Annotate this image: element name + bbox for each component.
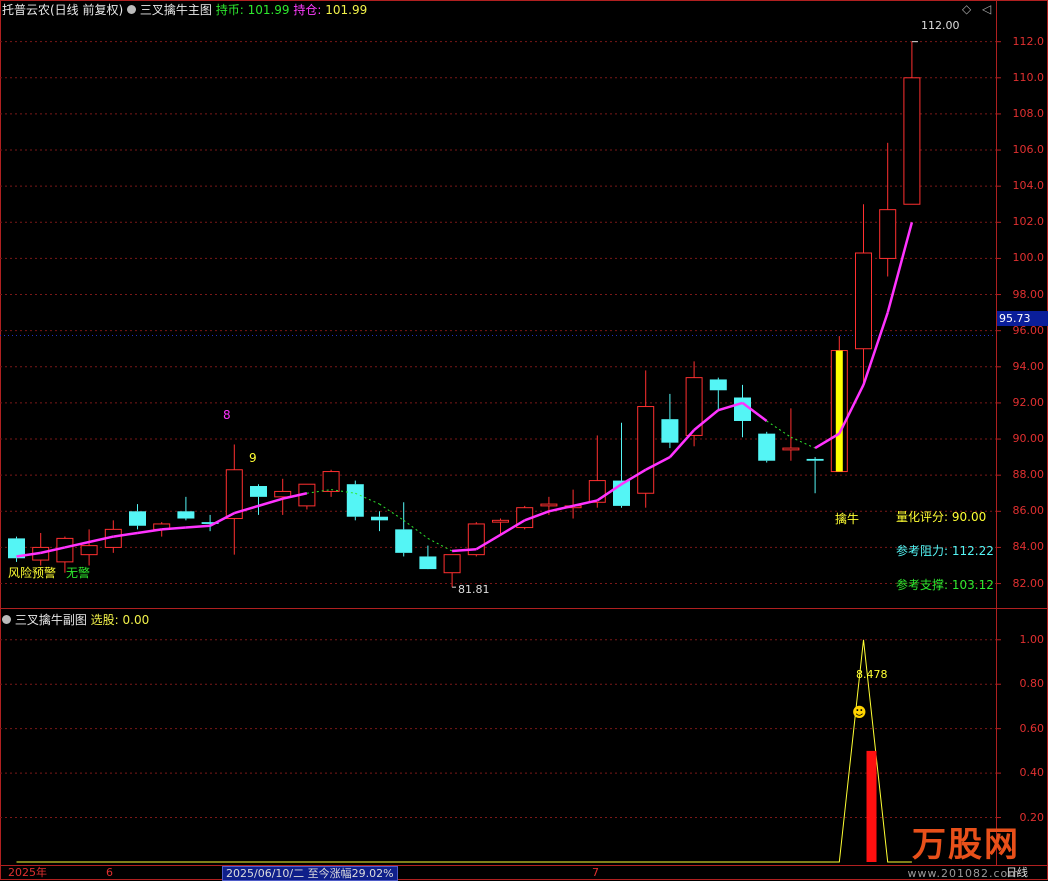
support-label: 参考支撑: bbox=[896, 578, 949, 592]
year-label: 2025年 bbox=[8, 866, 47, 879]
candle-body bbox=[129, 511, 146, 526]
candle-body bbox=[782, 447, 800, 451]
sub-chart-header: 三叉擒牛副图 选股: 0.00 bbox=[2, 613, 149, 627]
price-tick-label: 88.00 bbox=[1012, 468, 1045, 482]
close-value: 101.99 bbox=[247, 3, 290, 17]
score-info: 量化评分: 90.00 bbox=[896, 508, 986, 525]
price-tick-label: 86.00 bbox=[1012, 504, 1045, 518]
candle-body bbox=[734, 397, 751, 421]
candle-body bbox=[346, 484, 364, 517]
price-tick-label: 112.0 bbox=[1012, 34, 1045, 48]
candle-body bbox=[903, 77, 921, 205]
watermark-url: www.201082.com bbox=[907, 867, 1020, 880]
candle-body bbox=[855, 252, 872, 350]
count-8-label: 8 bbox=[223, 408, 231, 422]
select-label: 选股: bbox=[90, 613, 119, 627]
stock-title: 托普云农(日线 前复权) bbox=[2, 3, 124, 17]
candle-body bbox=[637, 406, 655, 494]
price-tick-label: 104.0 bbox=[1012, 179, 1045, 193]
signal-bar bbox=[835, 350, 843, 472]
score-value: 90.00 bbox=[951, 510, 987, 524]
candle-body bbox=[443, 554, 461, 574]
diamond-icon[interactable]: ◇ bbox=[962, 2, 971, 16]
main-chart-header: 托普云农(日线 前复权) 三叉擒牛主图 持币: 101.99 持仓: 101.9… bbox=[2, 3, 367, 17]
watermark-brand: 万股网 bbox=[912, 825, 1020, 865]
hold-label: 持仓: bbox=[293, 3, 322, 17]
sub-settings-circle-icon[interactable] bbox=[2, 615, 11, 624]
ma-line-segment bbox=[427, 537, 453, 552]
main-indicator-name[interactable]: 三叉擒牛主图 bbox=[140, 3, 212, 17]
sub-tick-label: 0.80 bbox=[1019, 677, 1045, 691]
ma-line-segment bbox=[258, 497, 284, 508]
candle-body bbox=[661, 419, 679, 443]
ma-line-segment bbox=[137, 528, 162, 535]
close-label: 持币: bbox=[215, 3, 244, 17]
score-label: 量化评分: bbox=[896, 510, 949, 524]
count-9-label: 9 bbox=[249, 451, 257, 465]
high-price-label: 112.00 bbox=[921, 19, 960, 32]
sub-indicator-name[interactable]: 三叉擒牛副图 bbox=[15, 613, 87, 627]
outer-frame bbox=[0, 0, 1048, 880]
sub-signal-line bbox=[16, 639, 912, 863]
select-value: 0.00 bbox=[122, 613, 150, 627]
hold-value: 101.99 bbox=[325, 3, 368, 17]
sub-value-label: 8.478 bbox=[856, 668, 888, 681]
resist-info: 参考阻力: 112.22 bbox=[896, 542, 994, 559]
price-tick-label: 100.0 bbox=[1012, 251, 1045, 265]
price-tick-label: 90.00 bbox=[1012, 432, 1045, 446]
selected-range-info[interactable]: 2025/06/10/二 至今涨幅29.02% bbox=[222, 866, 398, 881]
candle-body bbox=[758, 433, 776, 461]
sub-red-bar bbox=[866, 750, 877, 862]
price-tick-label: 98.00 bbox=[1012, 287, 1045, 301]
candle-body bbox=[492, 519, 509, 523]
chart-canvas[interactable] bbox=[0, 0, 1048, 880]
price-tick-label: 82.00 bbox=[1012, 576, 1045, 590]
chevron-icon[interactable]: ◁ bbox=[982, 2, 991, 16]
price-tick-label: 106.0 bbox=[1012, 143, 1045, 157]
candle-body bbox=[56, 537, 74, 563]
candle-body bbox=[709, 379, 727, 391]
price-tick-label: 110.0 bbox=[1012, 70, 1045, 84]
low-price-label: 81.81 bbox=[458, 583, 490, 596]
month-6-label: 6 bbox=[106, 866, 113, 879]
price-tick-label: 108.0 bbox=[1012, 106, 1045, 120]
price-tick-label: 94.00 bbox=[1012, 359, 1045, 373]
month-7-label: 7 bbox=[592, 866, 599, 879]
price-tick-label: 102.0 bbox=[1012, 215, 1045, 229]
sub-tick-label: 0.40 bbox=[1019, 766, 1045, 780]
candle-body bbox=[540, 503, 558, 507]
ma-line-segment bbox=[572, 499, 598, 508]
support-value: 103.12 bbox=[951, 578, 994, 592]
signal-label: 擒牛 bbox=[835, 512, 860, 526]
ma-line-segment bbox=[185, 524, 211, 529]
candle-body bbox=[879, 209, 897, 259]
candle-body bbox=[80, 545, 98, 556]
sub-tick-label: 1.00 bbox=[1019, 632, 1045, 646]
candle-body bbox=[395, 529, 413, 553]
ma-line-segment bbox=[209, 511, 235, 527]
support-info: 参考支撑: 103.12 bbox=[896, 576, 994, 593]
resist-value: 112.22 bbox=[951, 544, 994, 558]
candle-body bbox=[250, 486, 267, 497]
candle-body bbox=[322, 471, 340, 492]
sub-tick-label: 0.60 bbox=[1019, 721, 1045, 735]
candle-body bbox=[274, 490, 292, 498]
candle-body bbox=[371, 516, 388, 521]
candle-body bbox=[419, 556, 437, 570]
risk-warning-label: 风险预警 bbox=[8, 566, 57, 580]
candle-body bbox=[806, 458, 824, 461]
settings-circle-icon[interactable] bbox=[127, 5, 137, 14]
current-price-tag: 95.73 bbox=[997, 311, 1048, 326]
no-warning-label: 无警 bbox=[66, 566, 91, 580]
price-tick-label: 92.00 bbox=[1012, 395, 1045, 409]
price-tick-label: 84.00 bbox=[1012, 540, 1045, 554]
resist-label: 参考阻力: bbox=[896, 544, 949, 558]
ma-line-segment bbox=[548, 504, 574, 513]
smile-icon: ☻ bbox=[852, 705, 867, 721]
candle-body bbox=[177, 511, 195, 519]
